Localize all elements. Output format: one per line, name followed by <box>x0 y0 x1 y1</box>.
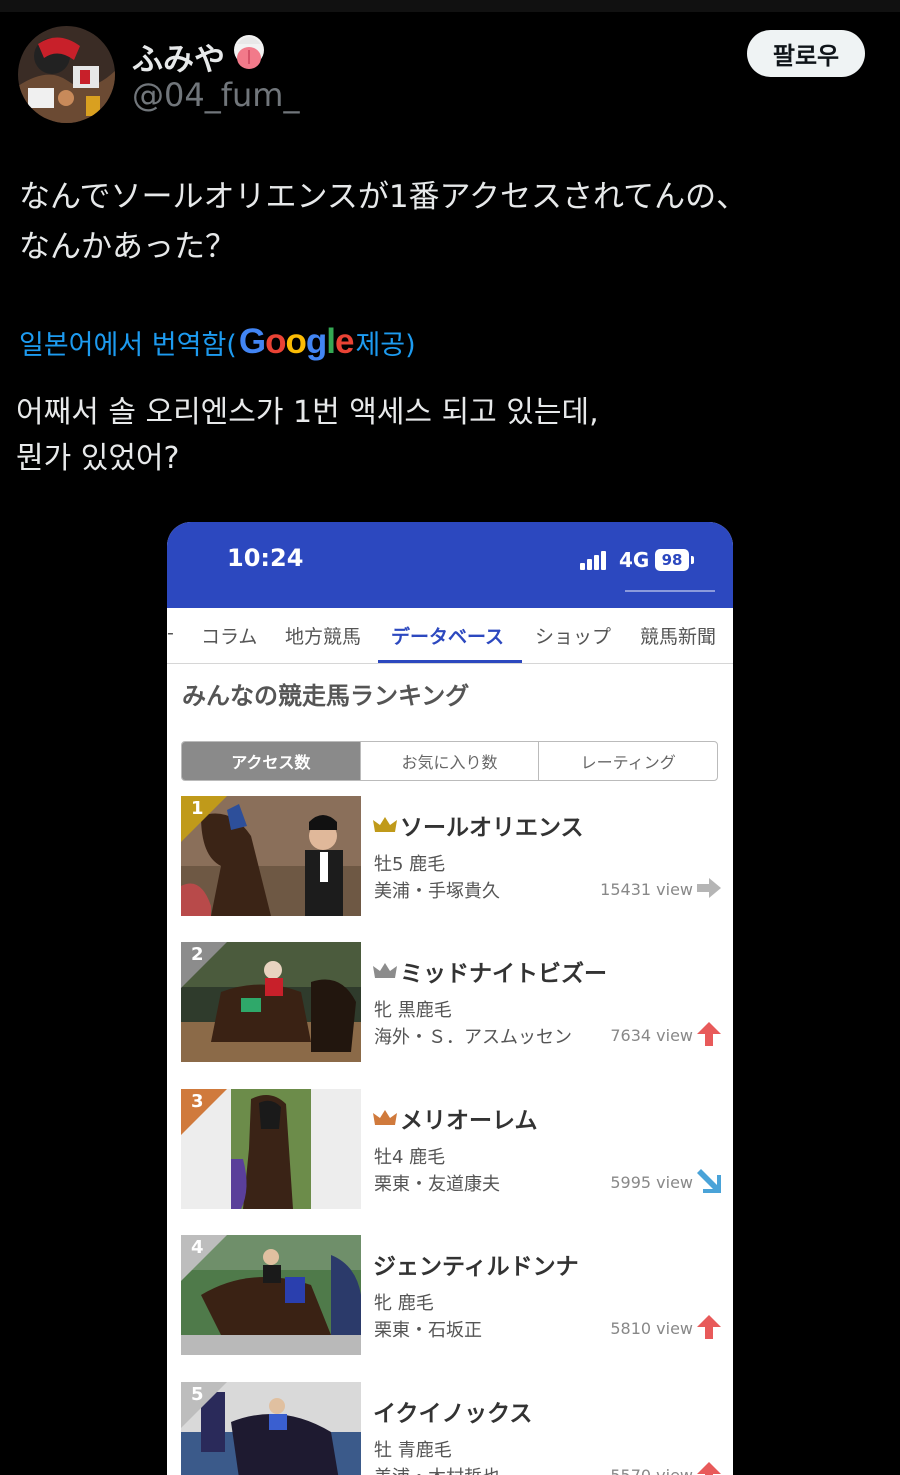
horse-photo: 2 <box>181 942 361 1062</box>
list-item[interactable]: 4 ジェンティルドンナ 牝 鹿毛 栗東・石坂正 5810 view <box>181 1235 721 1355</box>
horse-trainer: 美浦・木村哲也 <box>374 1463 500 1475</box>
rank-number: 1 <box>191 798 204 819</box>
tongue-face-icon <box>229 32 269 80</box>
active-tab-indicator <box>378 660 522 663</box>
list-item[interactable]: 5 イクイノックス 牡 青鹿毛 美浦・木村哲也 5570 view <box>181 1382 721 1475</box>
segment-rating[interactable]: レーティング <box>539 742 717 780</box>
battery-icon: 98 <box>655 549 689 571</box>
arrow-up-icon <box>697 1315 721 1339</box>
rank-number: 4 <box>191 1237 204 1258</box>
horse-name: ソールオリエンス <box>373 808 584 842</box>
category-tabs: - コラム 地方競馬 データベース ショップ 競馬新聞 <box>167 608 733 664</box>
view-count: 15431 view <box>600 880 693 899</box>
top-bar <box>0 0 900 12</box>
battery-tip <box>691 556 694 564</box>
arrow-up-icon <box>697 1022 721 1046</box>
translation-suffix: 제공) <box>355 329 416 361</box>
horse-name-text: イクイノックス <box>373 1401 533 1427</box>
tab-database[interactable]: データベース <box>391 622 504 649</box>
list-item[interactable]: 2 ミッドナイトビズー 牝 黒鹿毛 海外・Ｓ．アスムッセン 7634 view <box>181 942 721 1062</box>
horse-info: 牡5 鹿毛 <box>374 854 446 875</box>
view-count: 5810 view <box>610 1319 693 1338</box>
translation-attribution[interactable]: 일본어에서 번역함( Google 제공) <box>19 322 416 362</box>
rank-number: 2 <box>191 944 204 965</box>
horse-trainer: 栗東・石坂正 <box>374 1320 482 1341</box>
display-name[interactable]: ふみや <box>132 32 269 80</box>
status-time: 10:24 <box>227 544 304 572</box>
horse-name-text: ソールオリエンス <box>400 815 584 841</box>
list-item[interactable]: 3 メリオーレム 牡4 鹿毛 栗東・友道康夫 5995 view <box>181 1089 721 1209</box>
horse-photo: 3 <box>181 1089 361 1209</box>
crown-icon <box>373 1110 397 1125</box>
tab-prev[interactable]: - <box>167 622 174 644</box>
display-name-text: ふみや <box>132 41 225 78</box>
horse-photo: 4 <box>181 1235 361 1355</box>
tab-shop[interactable]: ショップ <box>535 622 611 649</box>
user-handle[interactable]: @04_fum_ <box>132 76 299 114</box>
tab-column[interactable]: コラム <box>201 622 257 649</box>
rank-number: 3 <box>191 1091 204 1112</box>
view-count: 7634 view <box>610 1026 693 1045</box>
horse-name-text: ミッドナイトビズー <box>400 961 607 987</box>
rank-badge <box>181 942 227 988</box>
horse-photo: 1 <box>181 796 361 916</box>
attached-screenshot[interactable]: 10:24 4G 98 - コラム 地方競馬 データベース ショップ 競馬新聞 … <box>167 522 733 1475</box>
translated-text: 어째서 솔 오리엔스가 1번 액세스 되고 있는데, 뭔가 있었어? <box>16 395 599 476</box>
horse-name-text: メリオーレム <box>400 1108 538 1134</box>
view-count: 5570 view <box>610 1466 693 1475</box>
tweet-text: なんでソールオリエンスが1番アクセスされてんの、 なんかあった？ <box>19 179 748 265</box>
horse-name: ミッドナイトビズー <box>373 954 607 988</box>
google-logo: Google <box>238 322 355 361</box>
status-bar: 10:24 4G 98 <box>167 522 733 608</box>
avatar[interactable] <box>18 26 115 123</box>
ranking-title: みんなの競走馬ランキング <box>182 682 470 710</box>
arrow-up-icon <box>697 1462 721 1475</box>
horse-info: 牡4 鹿毛 <box>374 1147 446 1168</box>
horse-name: メリオーレム <box>373 1101 538 1135</box>
horse-trainer: 海外・Ｓ．アスムッセン <box>374 1027 572 1048</box>
segment-favorites[interactable]: お気に入り数 <box>361 742 540 780</box>
network-type: 4G <box>619 548 650 572</box>
horse-info: 牝 鹿毛 <box>374 1293 434 1314</box>
rank-badge <box>181 796 227 842</box>
horse-name: イクイノックス <box>373 1394 532 1428</box>
arrow-down-right-icon <box>697 1169 721 1193</box>
horse-photo: 5 <box>181 1382 361 1475</box>
divider <box>625 590 715 592</box>
rank-number: 5 <box>191 1384 204 1405</box>
horse-info: 牡 青鹿毛 <box>374 1440 452 1461</box>
translation-prefix: 일본어에서 번역함( <box>19 329 237 361</box>
rank-badge <box>181 1089 227 1135</box>
tab-local-racing[interactable]: 地方競馬 <box>285 622 361 649</box>
rank-badge <box>181 1382 227 1428</box>
horse-info: 牝 黒鹿毛 <box>374 1000 452 1021</box>
crown-icon <box>373 963 397 978</box>
arrow-right-icon <box>697 878 721 898</box>
rank-badge <box>181 1235 227 1281</box>
follow-button[interactable]: 팔로우 <box>747 30 865 77</box>
horse-trainer: 栗東・友道康夫 <box>374 1174 500 1195</box>
signal-icon <box>580 551 606 570</box>
horse-name-text: ジェンティルドンナ <box>373 1254 579 1280</box>
view-count: 5995 view <box>610 1173 693 1192</box>
horse-name: ジェンティルドンナ <box>373 1247 579 1281</box>
crown-icon <box>373 817 397 832</box>
ranking-segment-control: アクセス数 お気に入り数 レーティング <box>181 741 718 781</box>
segment-access-count[interactable]: アクセス数 <box>182 742 361 780</box>
list-item[interactable]: 1 ソールオリエンス 牡5 鹿毛 美浦・手塚貴久 15431 view <box>181 796 721 916</box>
tab-newspaper[interactable]: 競馬新聞 <box>640 622 716 649</box>
horse-trainer: 美浦・手塚貴久 <box>374 881 500 902</box>
